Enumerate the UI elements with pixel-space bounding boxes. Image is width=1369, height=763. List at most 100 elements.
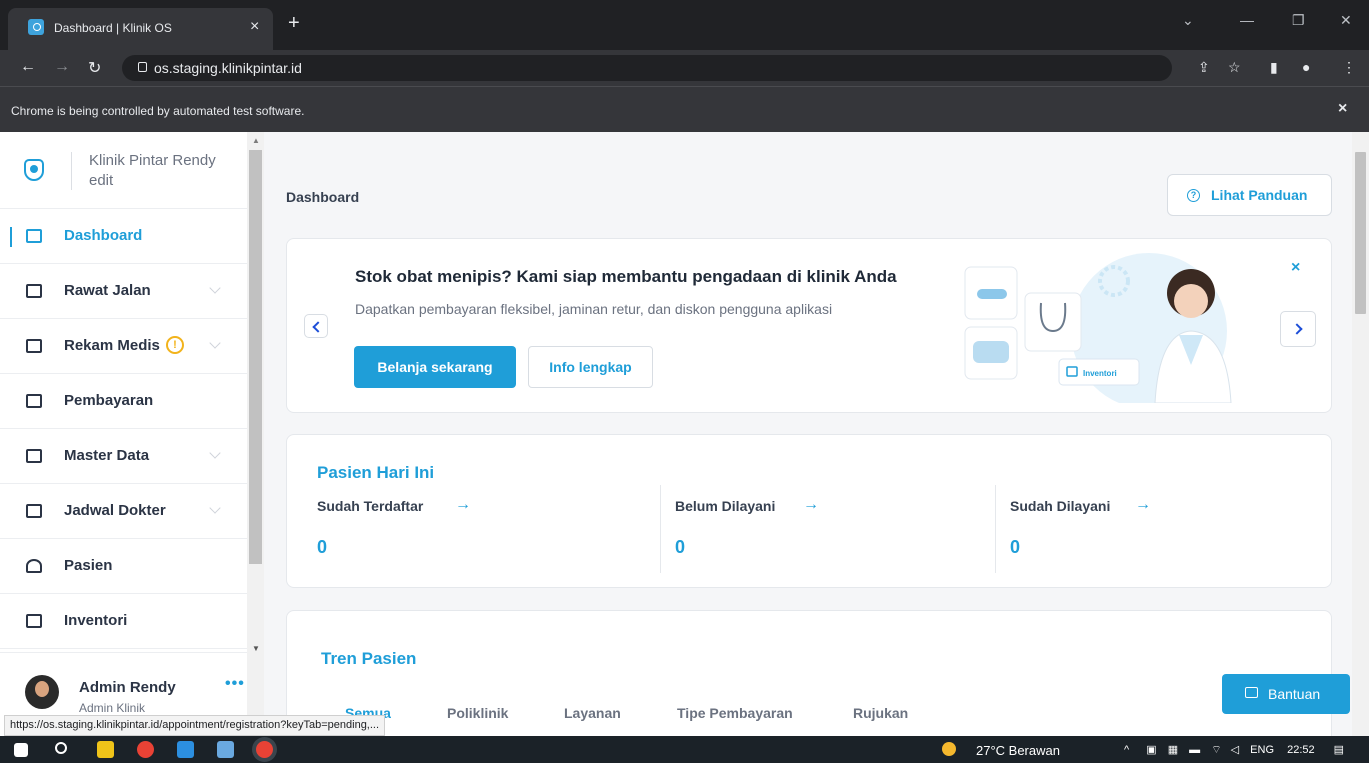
lock-icon [138,62,147,72]
chrome-active-icon[interactable] [256,741,273,758]
sidebar-item-pembayaran[interactable]: Pembayaran [0,374,247,429]
stat-value: 0 [1010,537,1021,557]
scroll-up-icon[interactable]: ▲ [252,136,260,145]
stat-not-served[interactable]: Belum Dilayani → 0 [675,487,1005,573]
close-icon[interactable]: × [1291,259,1300,277]
notification-icon[interactable]: ▤ [1334,744,1344,756]
stat-value: 0 [317,537,328,557]
volume-icon[interactable]: ◁ [1231,744,1239,756]
chevron-down-icon [209,337,221,349]
app-icon[interactable] [217,741,234,758]
sidebar: Klinik Pintar Rendy edit Dashboard Rawat… [0,132,247,736]
chrome-icon[interactable] [137,741,154,758]
main-content: Dashboard ? Lihat Panduan Stok obat meni… [264,132,1352,736]
sidebar-item-label: Pembayaran [64,392,154,409]
forward-icon[interactable]: → [54,58,70,76]
shop-now-button[interactable]: Belanja sekarang [354,346,516,388]
back-icon[interactable]: ← [20,58,36,76]
promo-banner: Stok obat menipis? Kami siap membantu pe… [286,238,1332,413]
search-icon[interactable] [55,742,67,754]
carousel-next-button[interactable] [1280,311,1316,347]
help-button[interactable]: Bantuan [1222,674,1350,714]
language-indicator[interactable]: ENG [1250,744,1274,756]
arrow-right-icon[interactable]: → [803,496,819,514]
guide-button[interactable]: ? Lihat Panduan [1167,174,1332,216]
browser-toolbar: ← → ↻ os.staging.klinikpintar.id ⇪ ☆ ▮ ●… [0,50,1369,86]
vscode-icon[interactable] [177,741,194,758]
tab-title: Dashboard | Klinik OS [54,21,172,35]
clinic-header[interactable]: Klinik Pintar Rendy edit [0,132,247,209]
main-scrollbar[interactable] [1352,132,1369,736]
sidebar-item-label: Dashboard [64,227,143,244]
automation-notice-text: Chrome is being controlled by automated … [11,104,305,118]
profile-icon[interactable]: ● [1302,59,1310,75]
tab-poliklinik[interactable]: Poliklinik [447,705,508,721]
sidebar-item-pasien[interactable]: Pasien [0,539,247,594]
outpatient-icon [26,284,42,298]
doctor-illustration: Inventori [964,253,1232,403]
sidebar-item-label: Inventori [64,612,128,629]
side-panel-icon[interactable]: ▮ [1270,59,1278,76]
scroll-down-icon[interactable]: ▼ [252,644,260,653]
reload-icon[interactable]: ↻ [88,58,101,78]
illustration-inventori-tag: Inventori [1083,369,1117,378]
sidebar-item-rekam-medis[interactable]: Rekam Medis ! [0,319,247,374]
sidebar-item-master-data[interactable]: Master Data [0,429,247,484]
tab-close-button[interactable]: × [250,18,259,36]
link-status-url: https://os.staging.klinikpintar.id/appoi… [4,715,386,736]
file-explorer-icon[interactable] [97,741,114,758]
more-options-icon[interactable]: ••• [225,675,245,693]
promo-subtitle: Dapatkan pembayaran fleksibel, jaminan r… [355,301,833,317]
restore-icon[interactable]: ❐ [1292,12,1305,29]
divider [660,485,661,573]
today-patients-card: Pasien Hari Ini Sudah Terdaftar → 0 Belu… [286,434,1332,588]
sidebar-item-jadwal-dokter[interactable]: Jadwal Dokter [0,484,247,539]
address-bar[interactable]: os.staging.klinikpintar.id [122,55,1172,81]
arrow-right-icon[interactable]: → [1135,496,1151,514]
menu-kebab-icon[interactable]: ⋮ [1342,59,1356,76]
user-name: Admin Rendy [79,679,176,696]
windows-start-icon[interactable] [14,743,28,757]
stat-registered[interactable]: Sudah Terdaftar → 0 [317,487,647,573]
help-circle-icon: ? [1187,189,1200,202]
stat-label: Belum Dilayani [675,498,776,514]
page-title: Dashboard [286,189,360,205]
tray-app-icon[interactable]: ▣ [1146,744,1156,756]
master-data-icon [26,449,42,463]
infobar-close-button[interactable]: × [1338,100,1347,118]
scrollbar-thumb[interactable] [1355,152,1366,314]
window-close-icon[interactable]: ✕ [1340,12,1352,29]
patient-trend-heading: Tren Pasien [321,649,417,668]
share-icon[interactable]: ⇪ [1198,59,1210,76]
tab-search-icon[interactable]: ⌄ [1182,12,1194,29]
medical-record-icon [26,339,42,353]
stat-served[interactable]: Sudah Dilayani → 0 [1010,487,1340,573]
avatar[interactable] [25,675,59,709]
guide-button-label: Lihat Panduan [1211,187,1308,203]
calendar-icon [26,504,42,518]
help-button-label: Bantuan [1268,686,1321,702]
tab-rujukan[interactable]: Rujukan [853,705,908,721]
sidebar-item-dashboard[interactable]: Dashboard [0,209,247,264]
bookmark-star-icon[interactable]: ☆ [1228,59,1241,76]
tray-app-icon[interactable]: ▦ [1168,744,1178,756]
clock[interactable]: 22:52 [1287,744,1315,756]
minimize-icon[interactable]: — [1240,12,1254,28]
sidebar-item-rawat-jalan[interactable]: Rawat Jalan [0,264,247,319]
partly-cloudy-icon [942,742,956,756]
new-tab-button[interactable]: + [288,13,300,33]
sidebar-item-label: Rekam Medis [64,337,160,354]
sidebar-scrollbar[interactable]: ▲ ▼ [247,132,264,736]
scrollbar-thumb[interactable] [249,150,262,564]
carousel-prev-button[interactable] [304,314,328,338]
browser-tab[interactable]: Dashboard | Klinik OS × [8,8,273,50]
battery-icon[interactable]: ▬ [1189,744,1200,756]
arrow-right-icon[interactable]: → [455,496,471,514]
sidebar-item-inventori[interactable]: Inventori [0,594,247,649]
tab-tipe-pembayaran[interactable]: Tipe Pembayaran [677,705,793,721]
wifi-icon[interactable]: ⌔ [1211,744,1221,756]
url-text: os.staging.klinikpintar.id [154,60,302,76]
more-info-button[interactable]: Info lengkap [528,346,653,388]
chevron-up-icon[interactable]: ^ [1124,744,1129,756]
tab-layanan[interactable]: Layanan [564,705,621,721]
